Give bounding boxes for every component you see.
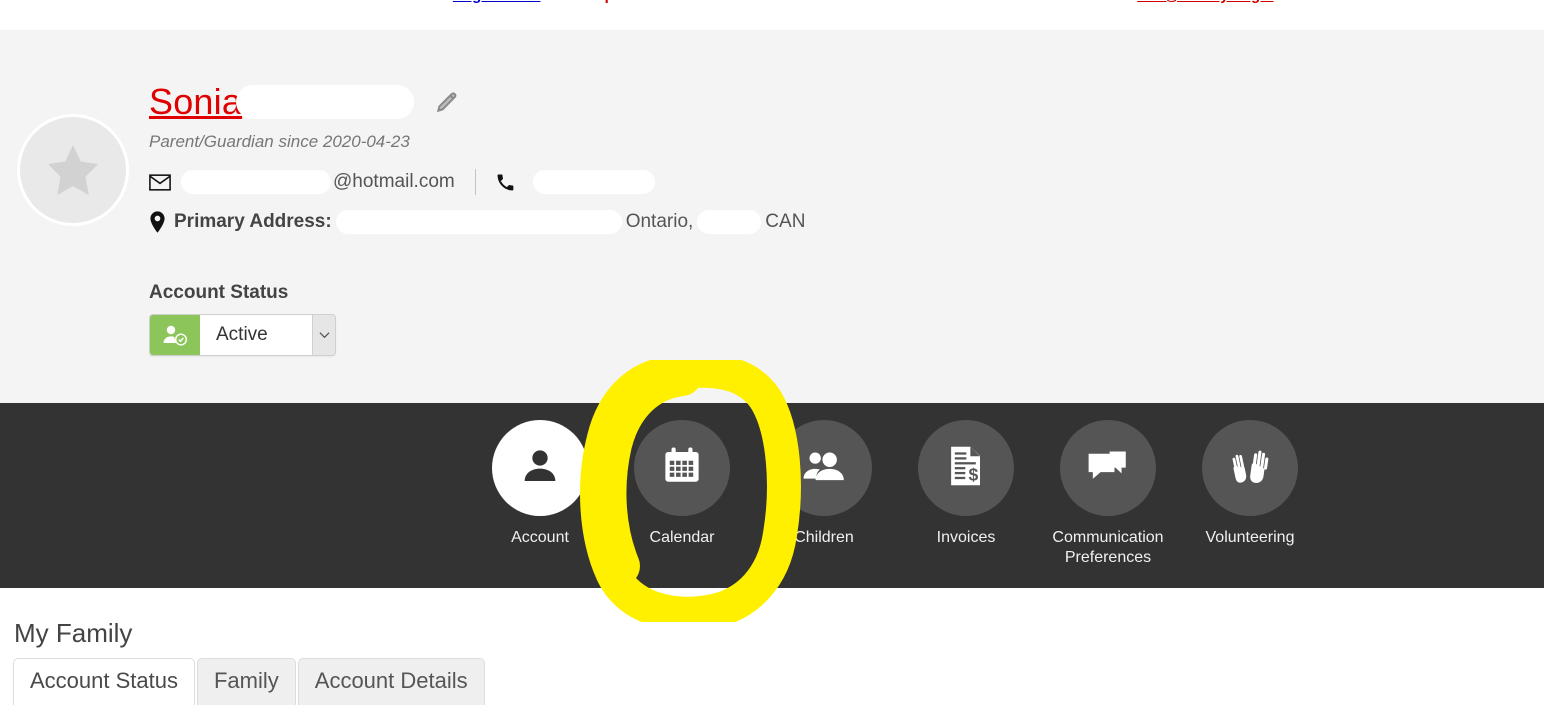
postal-redaction xyxy=(697,210,762,234)
account-status-control[interactable]: Active xyxy=(149,314,336,356)
chat-bubbles-icon xyxy=(1087,447,1129,490)
nav-circle-calendar xyxy=(634,420,730,516)
nav-item-invoices[interactable]: $ Invoices xyxy=(918,420,1014,568)
profile-name-link[interactable]: Sonia xyxy=(149,81,242,123)
nav-circle-account xyxy=(492,420,588,516)
address-label: Primary Address: xyxy=(174,211,332,232)
nav-label-children: Children xyxy=(794,529,854,546)
nav-circle-volunteering xyxy=(1202,420,1298,516)
nav-label-calendar: Calendar xyxy=(649,529,715,546)
people-icon xyxy=(802,446,846,491)
invoice-dollar-icon: $ xyxy=(948,445,984,492)
address-country: CAN xyxy=(765,211,806,232)
phone-redaction xyxy=(532,170,655,194)
banner-registration-link[interactable]: Registration xyxy=(453,0,541,4)
membership-since: Parent/Guardian since 2020-04-23 xyxy=(149,132,410,151)
announcement-banner: Winter 2021 Recreational Registration is… xyxy=(0,0,1544,6)
user-check-icon xyxy=(150,315,200,355)
contact-row: @hotmail.com xyxy=(149,169,1449,195)
banner-email-link[interactable]: info@charitybingo. xyxy=(1137,0,1273,4)
raised-hands-icon xyxy=(1229,446,1271,491)
nav-item-communication-preferences[interactable]: Communication Preferences xyxy=(1052,420,1164,568)
page-title: My Family xyxy=(14,618,133,648)
avatar xyxy=(17,114,129,226)
nav-label-volunteering: Volunteering xyxy=(1205,529,1295,546)
name-row: Sonia xyxy=(149,80,1449,124)
nav-item-calendar[interactable]: Calendar xyxy=(634,420,730,568)
tab-list: Account Status Family Account Details xyxy=(13,658,487,705)
account-status-value[interactable]: Active xyxy=(200,315,312,355)
nav-label-account: Account xyxy=(511,529,569,546)
address-province: Ontario, xyxy=(625,211,694,232)
address-redaction xyxy=(335,210,622,234)
profile-panel: Sonia Parent/Guardian since 2020-04-23 @… xyxy=(0,30,1544,403)
banner-text-3: Calendar Raffle tickets have arrived! Co… xyxy=(636,0,1137,4)
person-icon xyxy=(520,446,560,491)
chevron-down-icon[interactable] xyxy=(312,315,335,355)
nav-item-volunteering[interactable]: Volunteering xyxy=(1202,420,1298,568)
profile-details: Sonia Parent/Guardian since 2020-04-23 @… xyxy=(149,80,1449,356)
nav-circle-communication-preferences xyxy=(1060,420,1156,516)
phone-icon xyxy=(496,173,515,192)
nav-label-invoices: Invoices xyxy=(936,529,996,546)
my-family-section: My Family Account Status Family Account … xyxy=(0,588,1544,705)
banner-text-2: is now open! xyxy=(540,0,637,4)
section-nav: Account Calendar Children $ Invoices Com… xyxy=(0,403,1544,588)
email-domain: @hotmail.com xyxy=(333,171,455,192)
section-nav-items: Account Calendar Children $ Invoices Com… xyxy=(492,420,1298,568)
nav-circle-invoices: $ xyxy=(918,420,1014,516)
pencil-icon[interactable] xyxy=(434,89,460,120)
account-status-label: Account Status xyxy=(149,282,289,303)
tab-account-status[interactable]: Account Status xyxy=(13,658,195,705)
nav-label-communication-preferences: Communication Preferences xyxy=(1052,529,1164,566)
nav-item-account[interactable]: Account xyxy=(492,420,588,568)
address-row: Primary Address: Ontario, CAN xyxy=(149,210,1449,234)
tab-account-details[interactable]: Account Details xyxy=(297,658,485,705)
envelope-icon xyxy=(149,173,171,191)
banner-text-1: Winter 2021 Recreational xyxy=(270,0,452,4)
contact-divider xyxy=(474,169,476,195)
name-redaction xyxy=(236,85,415,119)
svg-text:$: $ xyxy=(968,464,978,484)
tab-family[interactable]: Family xyxy=(196,658,296,705)
email-redaction xyxy=(181,170,331,194)
nav-circle-children xyxy=(776,420,872,516)
map-pin-icon xyxy=(149,211,166,233)
star-icon xyxy=(42,140,104,200)
nav-item-children[interactable]: Children xyxy=(776,420,872,568)
calendar-icon xyxy=(661,445,703,492)
